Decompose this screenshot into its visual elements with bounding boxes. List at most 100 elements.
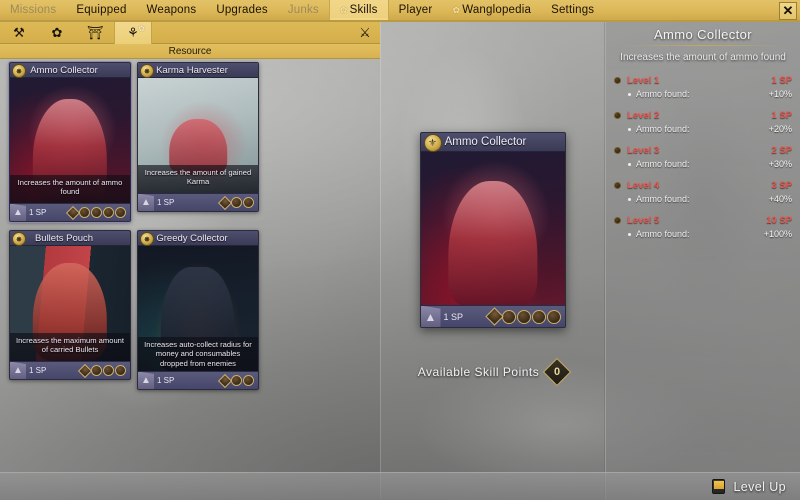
nav-item-settings[interactable]: Settings [541, 0, 604, 20]
level-cost: 3 SP [771, 180, 792, 191]
skill-points-label: Available Skill Points [417, 365, 540, 379]
upgrade-arrow-icon[interactable]: ▲ [420, 305, 441, 327]
skill-level-row[interactable]: Level 2 1 SP [614, 110, 792, 121]
detail-divider [620, 45, 786, 46]
card-footer: ▲ 1 SP [138, 193, 258, 211]
skill-level-row[interactable]: Level 1 1 SP [614, 75, 792, 86]
effect-name: Ammo found: [636, 194, 690, 204]
card-footer: ▲ 1 SP [420, 305, 565, 327]
upgrade-arrow-icon[interactable]: ▲ [10, 361, 26, 379]
skills-screen: Missions Equipped Weapons Upgrades Junks ✿ Ski… [0, 0, 800, 500]
level-pip[interactable] [243, 197, 254, 208]
skill-card-title: Karma Harvester [156, 64, 228, 76]
skill-level-row[interactable]: Level 4 3 SP [614, 180, 792, 191]
level-pip[interactable] [546, 309, 561, 324]
upgrade-arrow-icon[interactable]: ▲ [10, 203, 26, 221]
effect-name: Ammo found: [636, 159, 690, 169]
level-pip[interactable] [77, 363, 93, 378]
flower-icon: ✿ [138, 23, 145, 33]
nav-item-missions[interactable]: Missions [0, 0, 66, 20]
bottom-action-bar: Level Up [0, 472, 800, 500]
combat-tree-icon[interactable]: ⚒ [0, 22, 38, 44]
skill-points-value: 0 [554, 366, 561, 378]
level-bullet-icon [614, 182, 621, 189]
upgrade-arrow-icon[interactable]: ▲ [138, 371, 154, 389]
resource-tree-icon[interactable]: ⚘ ✿ [114, 21, 152, 44]
level-pip[interactable] [531, 309, 546, 324]
level-pip[interactable] [484, 307, 504, 326]
preview-skill-card[interactable]: Ammo Collector ⚜ ▲ 1 SP [419, 132, 566, 328]
card-footer: ▲ 1 SP [10, 203, 130, 221]
nav-item-equipped[interactable]: Equipped [66, 0, 136, 20]
nav-item-label: Player [398, 4, 433, 16]
nav-item-label: Upgrades [216, 4, 268, 16]
flower-icon: ✿ [339, 4, 348, 15]
level-pip[interactable] [231, 375, 242, 386]
mobility-tree-icon[interactable]: ✿ [38, 22, 76, 44]
reset-skills-icon[interactable]: ⚔ [350, 25, 380, 41]
effect-name: Ammo found: [636, 124, 690, 134]
level-name: Level 5 [627, 215, 660, 226]
level-pip[interactable] [65, 205, 81, 220]
category-glyph: ✿ [51, 24, 63, 40]
nav-item-upgrades[interactable]: Upgrades [206, 0, 277, 20]
nav-item-skills[interactable]: ✿ Skills [328, 0, 389, 20]
skill-emblem-icon: ✸ [12, 64, 26, 78]
card-header: Greedy Collector [138, 231, 258, 246]
skill-card[interactable]: Karma Harvester ✸ Increases the amount of … [137, 62, 259, 212]
level-pip[interactable] [103, 365, 114, 376]
level-pip[interactable] [91, 365, 102, 376]
level-name: Level 1 [627, 75, 660, 86]
close-icon[interactable]: ✕ [779, 1, 797, 20]
skill-card-description: Increases the amount of gained Karma [138, 165, 258, 193]
nav-item-label: Weapons [146, 4, 197, 16]
effect-value: +40% [768, 194, 792, 204]
level-pip[interactable] [103, 207, 114, 218]
level-pip[interactable] [243, 375, 254, 386]
nav-item-label: Wanglopedia [462, 4, 532, 16]
skill-card[interactable]: Ammo Collector ✸ Increases the amount of a… [8, 61, 132, 223]
skill-category-toolbar: ⚒ ✿ ⛩ ⚘ ✿ ⚔ [0, 21, 380, 44]
level-name: Level 3 [627, 145, 660, 156]
card-footer: ▲ 1 SP [138, 371, 258, 389]
level-pip[interactable] [516, 309, 531, 324]
level-bullet-icon [614, 77, 621, 84]
skill-level-row[interactable]: Level 5 10 SP [614, 215, 792, 226]
level-pip[interactable] [217, 195, 233, 210]
skill-emblem-icon: ⚜ [423, 134, 442, 152]
skill-card-pips [46, 205, 130, 220]
available-skill-points: Available Skill Points 0 [381, 357, 604, 387]
upgrade-arrow-icon[interactable]: ▲ [138, 193, 154, 211]
skill-card-pips [174, 373, 258, 388]
effect-bullet-icon [628, 92, 631, 96]
effect-value: +30% [768, 159, 792, 169]
level-pip[interactable] [217, 373, 233, 388]
skill-points-badge: 0 [543, 357, 572, 387]
effect-name: Ammo found: [636, 229, 690, 239]
level-pip[interactable] [115, 365, 126, 376]
nav-item-weapons[interactable]: Weapons [137, 0, 207, 20]
level-pip[interactable] [91, 207, 102, 218]
level-pip[interactable] [79, 207, 90, 218]
skill-card-title: Greedy Collector [156, 232, 228, 244]
skill-card[interactable]: Bullets Pouch ✸ Increases the maximum amou… [9, 230, 131, 380]
skill-card[interactable]: Greedy Collector ✸ Increases auto-collect … [137, 230, 259, 390]
nav-item-junks[interactable]: Junks [278, 0, 329, 20]
torii-tree-icon[interactable]: ⛩ [76, 22, 114, 44]
card-footer: ▲ 1 SP [10, 361, 130, 379]
skill-detail-panel: Ammo Collector Increases the amount of a… [605, 22, 800, 500]
top-navigation-bar: Missions Equipped Weapons Upgrades Junks ✿ Ski… [0, 0, 800, 22]
effect-value: +10% [768, 89, 792, 99]
skill-card-title: Bullets Pouch [34, 232, 94, 244]
level-pip[interactable] [231, 197, 242, 208]
skill-card-cost: 1 SP [29, 366, 47, 375]
level-name: Level 4 [627, 180, 660, 191]
level-up-button[interactable]: Level Up [733, 480, 786, 494]
card-header: Ammo Collector [420, 133, 565, 152]
nav-item-player[interactable]: Player [389, 0, 443, 20]
skill-level-row[interactable]: Level 3 2 SP [614, 145, 792, 156]
level-cost: 1 SP [771, 75, 792, 86]
nav-item-wanglopedia[interactable]: ✿ Wanglopedia [442, 0, 541, 20]
level-pip[interactable] [115, 207, 126, 218]
